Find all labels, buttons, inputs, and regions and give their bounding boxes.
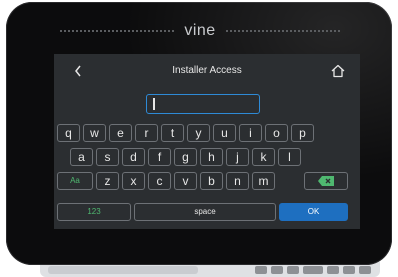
key-i[interactable]: i [239, 124, 262, 142]
key-v[interactable]: v [174, 172, 197, 190]
key-w[interactable]: w [83, 124, 106, 142]
key-t[interactable]: t [161, 124, 184, 142]
key-h[interactable]: h [200, 148, 223, 166]
brand-logo: vine [184, 22, 216, 39]
ok-button[interactable]: OK [279, 203, 348, 221]
vent [287, 266, 299, 274]
stand-vents [255, 266, 371, 274]
vent [343, 266, 355, 274]
home-icon [331, 64, 345, 78]
key-m[interactable]: m [252, 172, 275, 190]
key-l[interactable]: l [278, 148, 301, 166]
backspace-icon [318, 176, 334, 186]
key-r[interactable]: r [135, 124, 158, 142]
brand-bar: vine [60, 21, 341, 41]
touch-screen: Installer Access q w e r t y u i o p a s… [54, 54, 360, 229]
key-k[interactable]: k [252, 148, 275, 166]
stand-slot [48, 266, 198, 274]
key-a[interactable]: a [70, 148, 93, 166]
key-n[interactable]: n [226, 172, 249, 190]
key-p[interactable]: p [291, 124, 314, 142]
vent [303, 266, 323, 274]
brand-dots-right [225, 30, 341, 32]
numbers-key[interactable]: 123 [57, 203, 131, 221]
key-y[interactable]: y [187, 124, 210, 142]
key-u[interactable]: u [213, 124, 236, 142]
key-o[interactable]: o [265, 124, 288, 142]
key-z[interactable]: z [96, 172, 119, 190]
key-j[interactable]: j [226, 148, 249, 166]
vent [255, 266, 267, 274]
page-title: Installer Access [172, 65, 242, 76]
vent [359, 266, 371, 274]
access-code-input[interactable] [146, 94, 260, 114]
vent [327, 266, 339, 274]
vent [271, 266, 283, 274]
key-x[interactable]: x [122, 172, 145, 190]
key-e[interactable]: e [109, 124, 132, 142]
key-b[interactable]: b [200, 172, 223, 190]
key-f[interactable]: f [148, 148, 171, 166]
screen-header: Installer Access [54, 54, 360, 88]
home-button[interactable] [330, 63, 346, 79]
space-key[interactable]: space [134, 203, 276, 221]
key-q[interactable]: q [57, 124, 80, 142]
text-caret [153, 98, 155, 110]
brand-dots-left [60, 30, 175, 32]
key-s[interactable]: s [96, 148, 119, 166]
key-d[interactable]: d [122, 148, 145, 166]
case-toggle-key[interactable]: Aa [57, 172, 93, 190]
key-g[interactable]: g [174, 148, 197, 166]
delete-key[interactable] [304, 172, 348, 190]
key-c[interactable]: c [148, 172, 171, 190]
